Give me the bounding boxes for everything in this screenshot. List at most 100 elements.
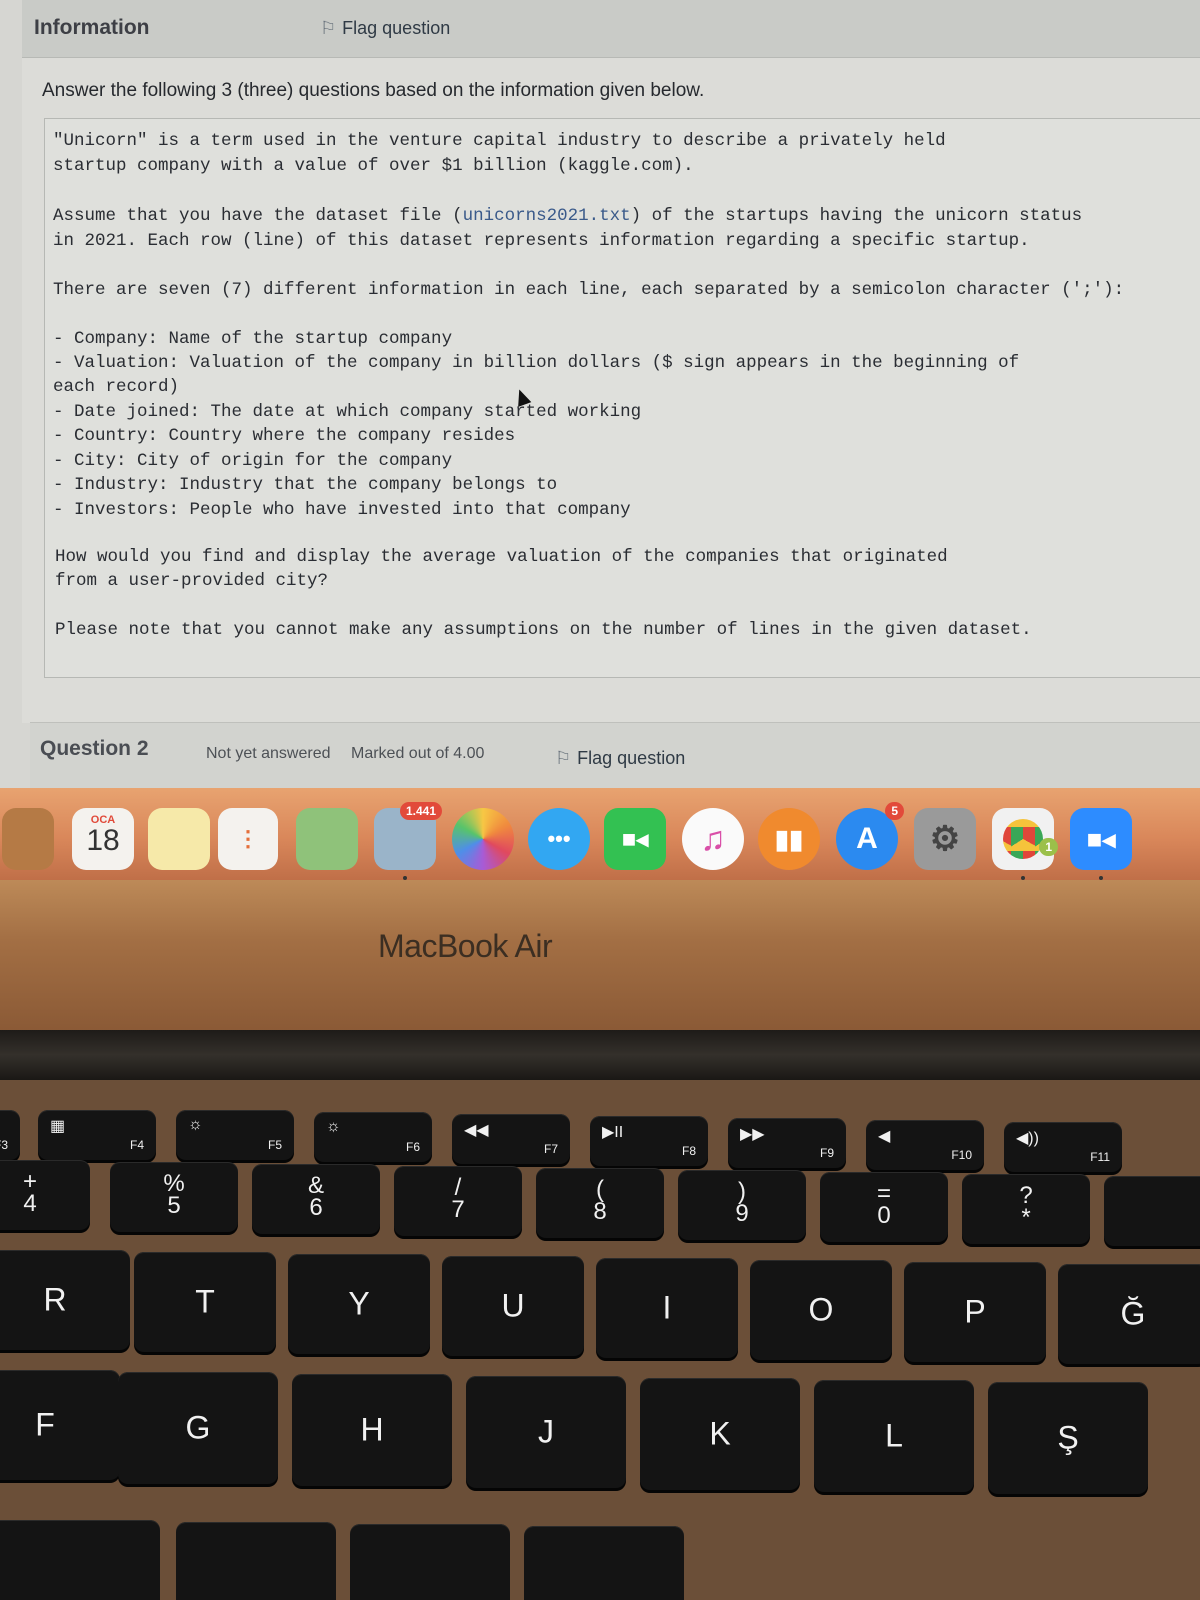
key-4[interactable]: + 4 [0, 1160, 90, 1230]
key-h[interactable]: H [292, 1374, 452, 1486]
key-f10[interactable]: ◀ F10 [866, 1120, 984, 1170]
key-l[interactable]: L [814, 1380, 974, 1492]
key-symbol: 7 [451, 1196, 465, 1223]
key-7[interactable]: / 7 [394, 1166, 522, 1236]
key-minus[interactable] [1104, 1176, 1200, 1246]
device-label: MacBook Air [378, 928, 553, 964]
contacts-icon[interactable] [2, 808, 54, 870]
volume-down-icon: ◀)) [1016, 1130, 1039, 1147]
dataset-filename: unicorns2021.txt [462, 206, 631, 226]
key-f3[interactable]: F3 [0, 1110, 20, 1160]
key-f[interactable]: F [0, 1370, 120, 1480]
key-symbol: 5 [167, 1192, 181, 1219]
key-6[interactable]: & 6 [252, 1164, 380, 1234]
text-line: Please note that you cannot make any ass… [55, 620, 1032, 640]
key-g[interactable]: G [118, 1372, 278, 1484]
key-0[interactable]: = 0 [820, 1172, 948, 1242]
play-pause-icon: ▶II [602, 1124, 624, 1141]
flag-question-button[interactable]: ⚐ Flag question [320, 18, 450, 39]
field-item: - Valuation: Valuation of the company in… [53, 353, 1020, 373]
music-icon[interactable]: ♫ [682, 808, 744, 870]
key-z[interactable] [0, 1520, 160, 1600]
browser-screen: Information ⚐ Flag question Answer the f… [0, 0, 1200, 880]
key-letter: L [885, 1417, 903, 1454]
key-r[interactable]: R [0, 1250, 130, 1350]
field-item: - Country: Country where the company res… [53, 426, 516, 446]
key-f8[interactable]: ▶II F8 [590, 1116, 708, 1166]
field-item: - Company: Name of the startup company [53, 329, 453, 349]
key-asterisk[interactable]: ? * [962, 1174, 1090, 1244]
maps-icon[interactable] [296, 808, 358, 870]
key-label: F8 [681, 1144, 696, 1158]
section-title: Information [34, 16, 150, 39]
key-5[interactable]: % 5 [110, 1162, 238, 1232]
key-symbol: 4 [23, 1190, 37, 1217]
key-g-breve[interactable]: Ğ [1058, 1264, 1200, 1364]
key-x[interactable] [176, 1522, 336, 1600]
chrome-badge: 1 [1039, 838, 1058, 856]
key-u[interactable]: U [442, 1256, 584, 1356]
key-j[interactable]: J [466, 1376, 626, 1488]
question-text-box: "Unicorn" is a term used in the venture … [44, 118, 1200, 678]
text-line: in 2021. Each row (line) of this dataset… [53, 231, 1030, 251]
key-o[interactable]: O [750, 1260, 892, 1360]
photos-icon[interactable] [452, 808, 514, 870]
key-label: F11 [1090, 1150, 1110, 1164]
key-y[interactable]: Y [288, 1254, 430, 1354]
key-p[interactable]: P [904, 1262, 1046, 1362]
key-letter: J [538, 1413, 554, 1450]
key-i[interactable]: I [596, 1258, 738, 1358]
books-icon[interactable]: ▮▮ [758, 808, 820, 870]
calendar-icon[interactable]: OCA 18 [72, 808, 134, 870]
key-label: F6 [405, 1140, 420, 1154]
key-label: F4 [129, 1138, 144, 1152]
reminders-icon[interactable]: ⋮ [218, 808, 278, 870]
key-v[interactable] [524, 1526, 684, 1600]
key-s-cedilla[interactable]: Ş [988, 1382, 1148, 1494]
key-letter: Ş [1057, 1419, 1079, 1456]
mail-icon[interactable]: 1.441 [374, 802, 442, 870]
system-preferences-icon[interactable]: ⚙ [914, 808, 976, 870]
key-f5[interactable]: ☼ F5 [176, 1110, 294, 1160]
information-header: Information ⚐ Flag question [22, 0, 1200, 58]
notes-icon[interactable] [148, 808, 210, 870]
key-symbol: 0 [877, 1202, 891, 1229]
field-item: - Date joined: The date at which company… [53, 402, 642, 422]
field-item: - Investors: People who have invested in… [53, 500, 631, 520]
text-line: How would you find and display the avera… [55, 547, 948, 567]
flag-question-button[interactable]: ⚐ Flag question [555, 748, 685, 769]
key-f4[interactable]: ▦ F4 [38, 1110, 156, 1160]
key-label: F7 [543, 1142, 558, 1156]
key-c[interactable] [350, 1524, 510, 1600]
key-letter: F [35, 1406, 55, 1443]
intro-text: Answer the following 3 (three) questions… [42, 80, 705, 101]
key-k[interactable]: K [640, 1378, 800, 1490]
key-8[interactable]: ( 8 [536, 1168, 664, 1238]
flag-question-label: Flag question [342, 18, 451, 38]
key-letter: Ğ [1120, 1295, 1146, 1332]
facetime-icon[interactable]: ■◂ [604, 808, 666, 870]
flag-icon: ⚐ [320, 18, 337, 38]
key-f9[interactable]: ▶▶ F9 [728, 1118, 846, 1168]
app-store-icon[interactable]: A 5 [836, 802, 904, 870]
messages-icon[interactable]: ••• [528, 808, 590, 870]
key-symbol: 6 [309, 1194, 323, 1221]
fast-forward-icon: ▶▶ [740, 1126, 765, 1143]
key-t[interactable]: T [134, 1252, 276, 1352]
rewind-icon: ◀◀ [464, 1122, 489, 1139]
text-line: There are seven (7) different informatio… [53, 280, 1125, 300]
flag-icon: ⚐ [555, 748, 572, 768]
key-f7[interactable]: ◀◀ F7 [452, 1114, 570, 1164]
zoom-icon[interactable]: ■◂ [1070, 808, 1132, 870]
key-9[interactable]: ) 9 [678, 1170, 806, 1240]
key-symbol: * [1021, 1204, 1031, 1231]
chrome-icon[interactable]: 1 [992, 808, 1058, 870]
key-f6[interactable]: ☼ F6 [314, 1112, 432, 1162]
text-line: Assume that you have the dataset file (u… [53, 206, 1082, 226]
key-letter: G [185, 1409, 211, 1446]
key-letter: R [43, 1281, 67, 1318]
field-item: each record) [53, 377, 180, 397]
key-label: F3 [0, 1138, 8, 1152]
key-f11[interactable]: ◀)) F11 [1004, 1122, 1122, 1172]
key-label: F10 [951, 1148, 972, 1162]
